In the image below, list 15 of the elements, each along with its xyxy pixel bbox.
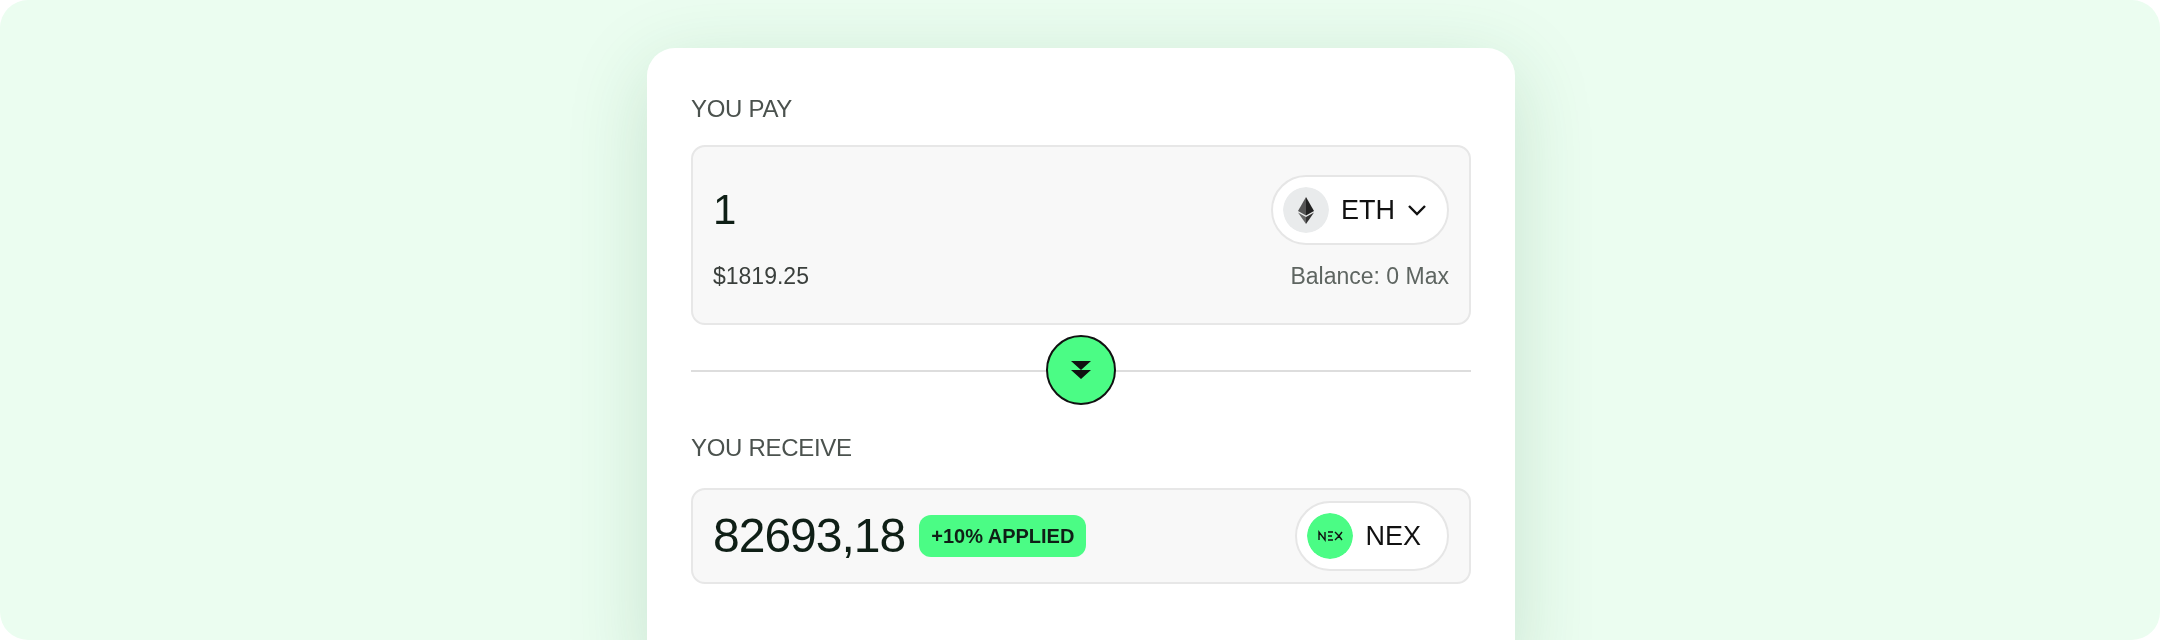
amount-input[interactable]: 1 [713, 189, 737, 231]
balance-text: Balance: 0 Max [1290, 262, 1449, 291]
token-selector[interactable]: NEX [1295, 501, 1449, 571]
ethereum-logo-icon [1283, 187, 1329, 233]
section-label: YOU PAY [691, 94, 794, 121]
double-arrow-down-icon [1069, 359, 1093, 381]
chevron-down-icon [1407, 204, 1427, 216]
token-symbol: ETH [1341, 193, 1395, 227]
token-logo-icon [1307, 513, 1354, 559]
section-label: YOU RECEIVE [691, 436, 853, 460]
fiat-value: $1819.25 [713, 262, 809, 291]
token-selector[interactable]: ETH [1271, 175, 1449, 245]
amount-value: 82693,18 [713, 512, 906, 560]
bonus-badge: +10% APPLIED [919, 515, 1087, 557]
token-symbol: NEX [1365, 519, 1421, 553]
